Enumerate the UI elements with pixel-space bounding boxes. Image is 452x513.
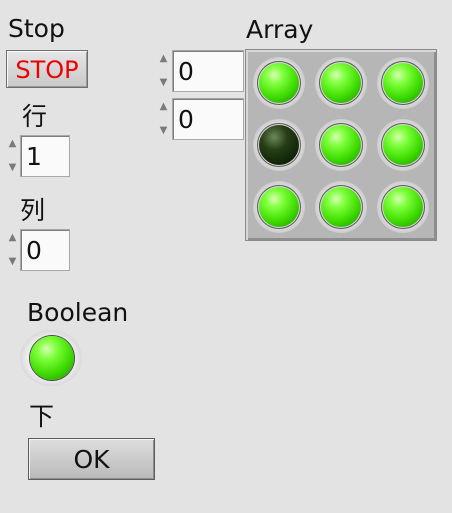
decrement-arrow-icon[interactable]: ▼ — [6, 255, 19, 269]
array-index-row: ▲ ▼ 0 — [157, 50, 245, 92]
led-icon[interactable] — [377, 181, 429, 233]
decrement-arrow-icon[interactable]: ▼ — [157, 124, 170, 138]
led-icon[interactable] — [377, 57, 429, 109]
increment-arrow-icon[interactable]: ▲ — [6, 231, 19, 245]
boolean-led-indicator[interactable] — [20, 330, 82, 386]
led-icon[interactable] — [315, 119, 367, 171]
led-icon[interactable] — [253, 181, 305, 233]
col-label: 列 — [20, 196, 46, 225]
array-led-cell — [249, 115, 309, 175]
decrement-arrow-icon[interactable]: ▼ — [157, 76, 170, 90]
array-led-cell — [373, 53, 433, 113]
led-core — [321, 63, 361, 103]
down-label: 下 — [29, 402, 55, 431]
boolean-label: Boolean — [27, 298, 129, 327]
led-core — [383, 187, 423, 227]
increment-arrow-icon[interactable]: ▲ — [157, 52, 170, 66]
led-core — [259, 187, 299, 227]
led-core — [321, 125, 361, 165]
led-array — [245, 49, 437, 241]
led-icon[interactable] — [377, 119, 429, 171]
array-index-row-input[interactable]: 0 — [172, 50, 244, 92]
led-icon[interactable] — [315, 181, 367, 233]
array-index-row-spinner[interactable]: ▲ ▼ — [157, 50, 170, 92]
row-input[interactable]: 1 — [20, 135, 70, 177]
increment-arrow-icon[interactable]: ▲ — [6, 137, 19, 151]
col-input[interactable]: 0 — [20, 229, 70, 271]
array-led-cell — [373, 115, 433, 175]
led-core — [321, 187, 361, 227]
array-index-col-input[interactable]: 0 — [172, 98, 244, 140]
stop-button[interactable]: STOP — [6, 50, 88, 88]
row-numeric-control: ▲ ▼ 1 — [6, 135, 71, 177]
array-label: Array — [246, 15, 314, 44]
array-index-col: ▲ ▼ 0 — [157, 98, 245, 140]
array-led-cell — [311, 177, 371, 237]
ok-button[interactable]: OK — [28, 438, 155, 480]
array-led-cell — [311, 115, 371, 175]
array-led-cell — [311, 53, 371, 113]
led-core — [259, 125, 299, 165]
increment-arrow-icon[interactable]: ▲ — [157, 100, 170, 114]
col-numeric-control: ▲ ▼ 0 — [6, 229, 71, 271]
led-core — [259, 63, 299, 103]
stop-label: Stop — [8, 14, 65, 43]
led-core — [383, 125, 423, 165]
col-spinner[interactable]: ▲ ▼ — [6, 229, 19, 271]
array-led-cell — [373, 177, 433, 237]
row-spinner[interactable]: ▲ ▼ — [6, 135, 19, 177]
array-led-cell — [249, 53, 309, 113]
array-index-col-spinner[interactable]: ▲ ▼ — [157, 98, 170, 140]
row-label: 行 — [22, 102, 48, 131]
led-icon[interactable] — [315, 57, 367, 109]
led-core — [383, 63, 423, 103]
led-icon — [30, 336, 74, 380]
decrement-arrow-icon[interactable]: ▼ — [6, 161, 19, 175]
led-icon[interactable] — [253, 57, 305, 109]
led-icon[interactable] — [253, 119, 305, 171]
array-led-cell — [249, 177, 309, 237]
